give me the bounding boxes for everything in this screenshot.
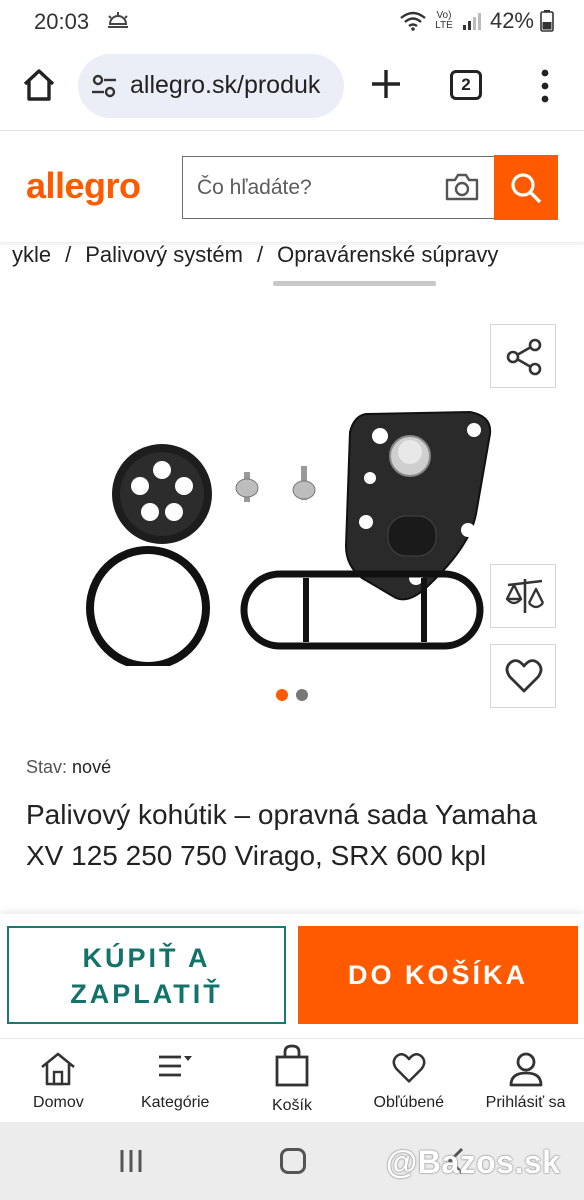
heart-icon [505, 659, 543, 693]
compare-button[interactable] [490, 564, 556, 628]
breadcrumb-item[interactable]: ykle [12, 242, 51, 267]
home-icon [41, 1052, 76, 1086]
site-header: allegro Čo hľadáte? [0, 130, 584, 242]
status-indicators: Vo) LTE 42% [400, 8, 554, 34]
battery-percent: 42% [489, 8, 534, 33]
buy-now-button[interactable]: KÚPIŤ A ZAPLATIŤ [7, 926, 286, 1024]
condition-label: Stav: [26, 757, 68, 777]
nav-cart[interactable]: Košík [234, 1039, 351, 1122]
address-bar[interactable]: allegro.sk/produk [78, 54, 344, 118]
buy-now-label-line2: ZAPLATIŤ [70, 979, 223, 1009]
search-button[interactable] [494, 155, 558, 220]
user-icon [509, 1052, 542, 1087]
weather-icon [106, 10, 130, 35]
nav-label: Prihlásiť sa [485, 1094, 566, 1111]
status-bar: 20:03 Vo) LTE 42% [0, 0, 584, 44]
signal-icon [462, 13, 481, 30]
camera-icon[interactable] [444, 172, 480, 207]
gallery-dot[interactable] [296, 689, 308, 701]
product-condition: Stav: nové [26, 757, 111, 778]
gallery-dot-active[interactable] [276, 689, 288, 701]
purchase-bar: KÚPIŤ A ZAPLATIŤ DO KOŠÍKA [0, 914, 584, 1038]
compare-icon [505, 579, 545, 613]
search-icon [511, 173, 542, 204]
condition-value: nové [72, 757, 112, 777]
system-navigation: @Bazos.sk [0, 1122, 584, 1200]
add-to-cart-button[interactable]: DO KOŠÍKA [298, 926, 578, 1024]
nav-favorites[interactable]: Obľúbené [350, 1039, 467, 1122]
url-text[interactable]: allegro.sk/produk [130, 71, 336, 100]
plus-icon[interactable] [366, 64, 406, 104]
browser-toolbar: allegro.sk/produk 2 [0, 44, 584, 130]
status-time: 20:03 [34, 9, 90, 34]
nav-categories[interactable]: Kategórie [117, 1039, 234, 1122]
watermark: @Bazos.sk [386, 1144, 561, 1180]
share-icon [506, 338, 542, 376]
system-home-icon[interactable] [280, 1148, 306, 1174]
nav-login[interactable]: Prihlásiť sa [467, 1039, 584, 1122]
recent-apps-icon[interactable] [118, 1148, 144, 1174]
battery-icon [540, 10, 554, 32]
nav-label: Košík [271, 1097, 312, 1114]
bottom-navigation: Domov Kategórie Košík Obľúbené Prihlásiť… [0, 1038, 584, 1122]
breadcrumb-separator: / [65, 242, 72, 267]
breadcrumb-scroll-indicator [273, 281, 436, 286]
favorite-button[interactable] [490, 644, 556, 708]
allegro-logo[interactable]: allegro [26, 165, 141, 207]
gallery-pagination [276, 689, 308, 701]
tabs-icon[interactable]: 2 [450, 70, 482, 100]
nav-label: Kategórie [140, 1094, 210, 1111]
product-image[interactable] [70, 346, 500, 666]
product-title: Palivový kohútik – opravná sada Yamaha X… [26, 799, 538, 871]
network-label: Vo) LTE [435, 10, 453, 31]
wifi-icon [400, 11, 426, 31]
breadcrumb-item[interactable]: Palivový systém [85, 242, 243, 267]
breadcrumb-item[interactable]: Opravárenské súpravy [277, 242, 498, 267]
search-placeholder: Čo hľadáte? [197, 176, 312, 199]
menu-icon [159, 1055, 193, 1077]
more-vert-icon[interactable] [536, 68, 554, 104]
bag-icon [275, 1044, 309, 1087]
breadcrumb-separator: / [256, 242, 264, 267]
share-button[interactable] [490, 324, 556, 388]
nav-label: Obľúbené [373, 1094, 445, 1111]
home-icon[interactable] [20, 66, 58, 104]
tune-icon[interactable] [90, 73, 118, 104]
heart-icon [392, 1052, 426, 1083]
nav-label: Domov [33, 1094, 84, 1111]
buy-now-label-line1: KÚPIŤ A [82, 943, 211, 973]
nav-home[interactable]: Domov [0, 1039, 117, 1122]
search-input[interactable]: Čo hľadáte? [182, 156, 494, 219]
product-gallery[interactable] [0, 296, 584, 726]
